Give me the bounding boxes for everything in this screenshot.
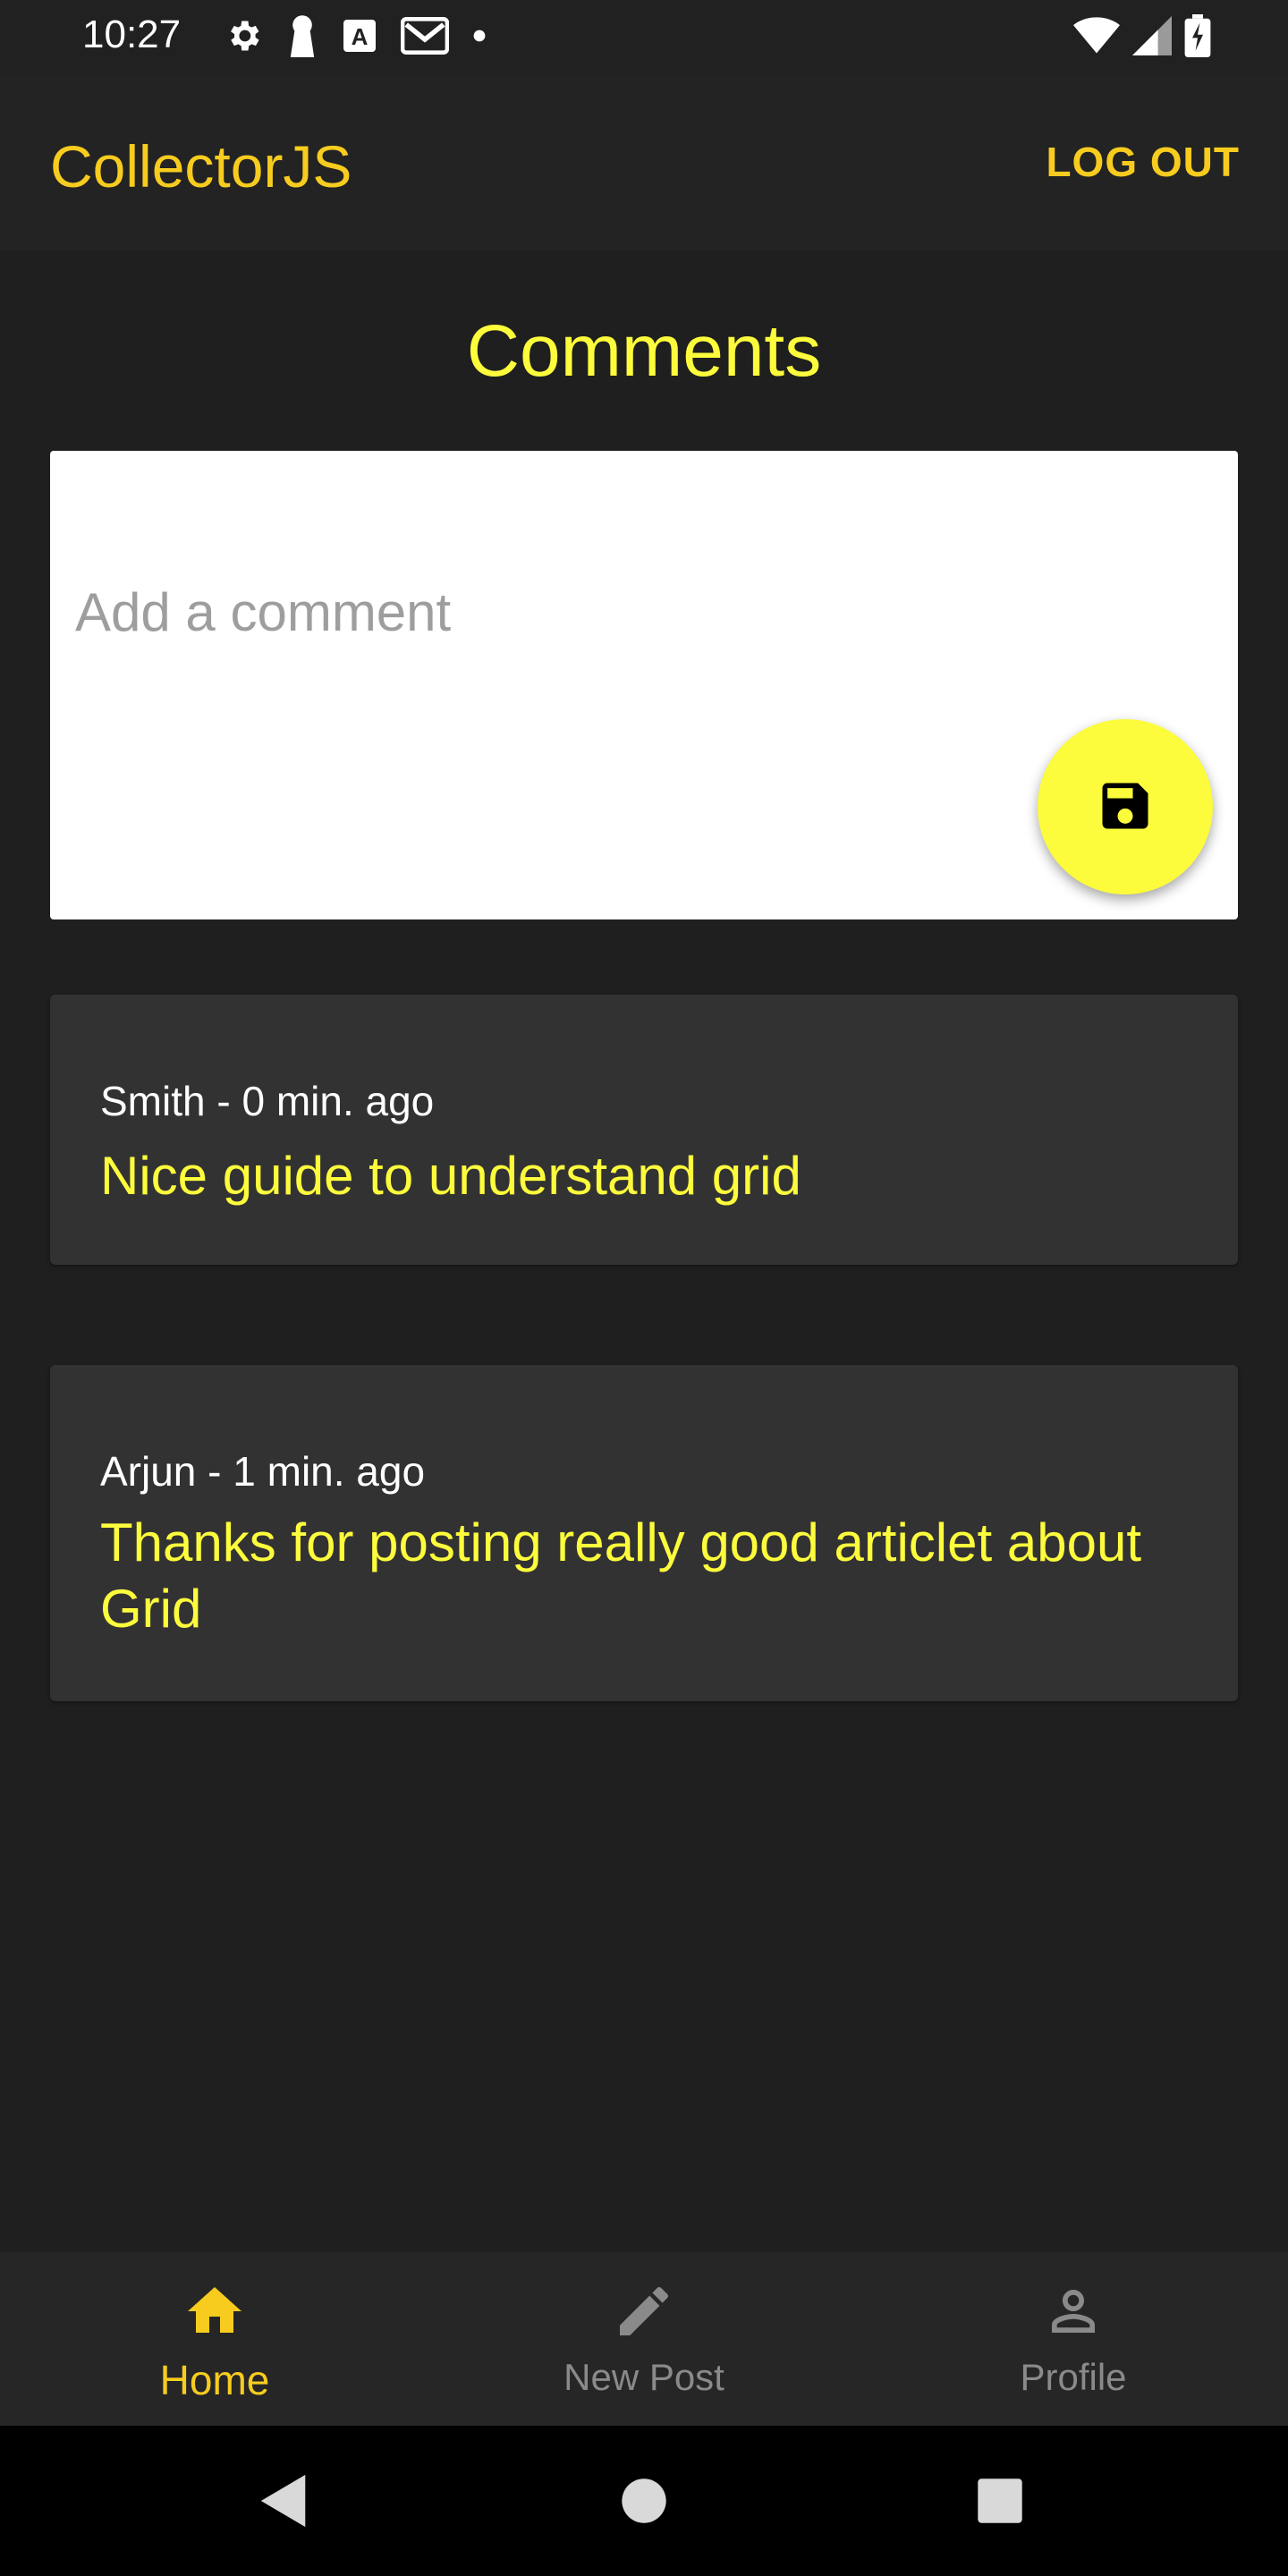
person-icon xyxy=(1041,2279,1106,2343)
comment-card: Arjun - 1 min. ago Thanks for posting re… xyxy=(50,1365,1238,1701)
app-title: CollectorJS xyxy=(50,133,352,199)
home-icon xyxy=(182,2279,247,2343)
comment-text: Nice guide to understand grid xyxy=(100,1146,801,1206)
comment-text: Thanks for posting really good articlet … xyxy=(100,1513,1141,1639)
floppy-disk-icon xyxy=(1095,775,1156,839)
recents-icon[interactable] xyxy=(957,2458,1043,2544)
pencil-icon xyxy=(612,2279,676,2343)
nav-label-home: Home xyxy=(159,2357,270,2403)
status-system-icons xyxy=(1073,13,1211,62)
nav-item-home[interactable]: Home xyxy=(0,2252,429,2426)
system-navigation-bar xyxy=(0,2426,1288,2576)
save-comment-button[interactable] xyxy=(1038,719,1213,894)
signal-icon xyxy=(1132,15,1172,60)
status-notification-icons: A xyxy=(224,14,487,62)
page-title: Comments xyxy=(466,310,822,392)
keyhole-icon xyxy=(286,14,318,62)
comment-author-time: Arjun - 1 min. ago xyxy=(100,1448,426,1495)
dot-icon xyxy=(472,29,487,47)
wifi-icon xyxy=(1073,16,1120,60)
battery-charging-icon xyxy=(1184,13,1211,62)
a-badge-icon: A xyxy=(342,18,377,58)
comment-card: Smith - 0 min. ago Nice guide to underst… xyxy=(50,995,1238,1265)
app-bar: CollectorJS LOG OUT xyxy=(0,75,1288,250)
nav-item-profile[interactable]: Profile xyxy=(859,2252,1288,2426)
gear-icon xyxy=(224,16,263,60)
comment-input[interactable] xyxy=(75,567,970,657)
logout-button[interactable]: LOG OUT xyxy=(1046,138,1240,186)
gmail-icon xyxy=(400,16,450,60)
comment-author-time: Smith - 0 min. ago xyxy=(100,1078,435,1124)
svg-text:A: A xyxy=(352,23,369,50)
home-circle-icon[interactable] xyxy=(601,2458,687,2544)
status-bar: 10:27 A xyxy=(0,0,1288,75)
status-time: 10:27 xyxy=(82,13,182,56)
bottom-navigation: Home New Post Profile xyxy=(0,2252,1288,2426)
comment-form xyxy=(50,451,1238,919)
nav-item-new-post[interactable]: New Post xyxy=(429,2252,859,2426)
back-icon[interactable] xyxy=(242,2458,327,2544)
nav-label-new-post: New Post xyxy=(564,2356,724,2398)
nav-label-profile: Profile xyxy=(1020,2356,1127,2398)
